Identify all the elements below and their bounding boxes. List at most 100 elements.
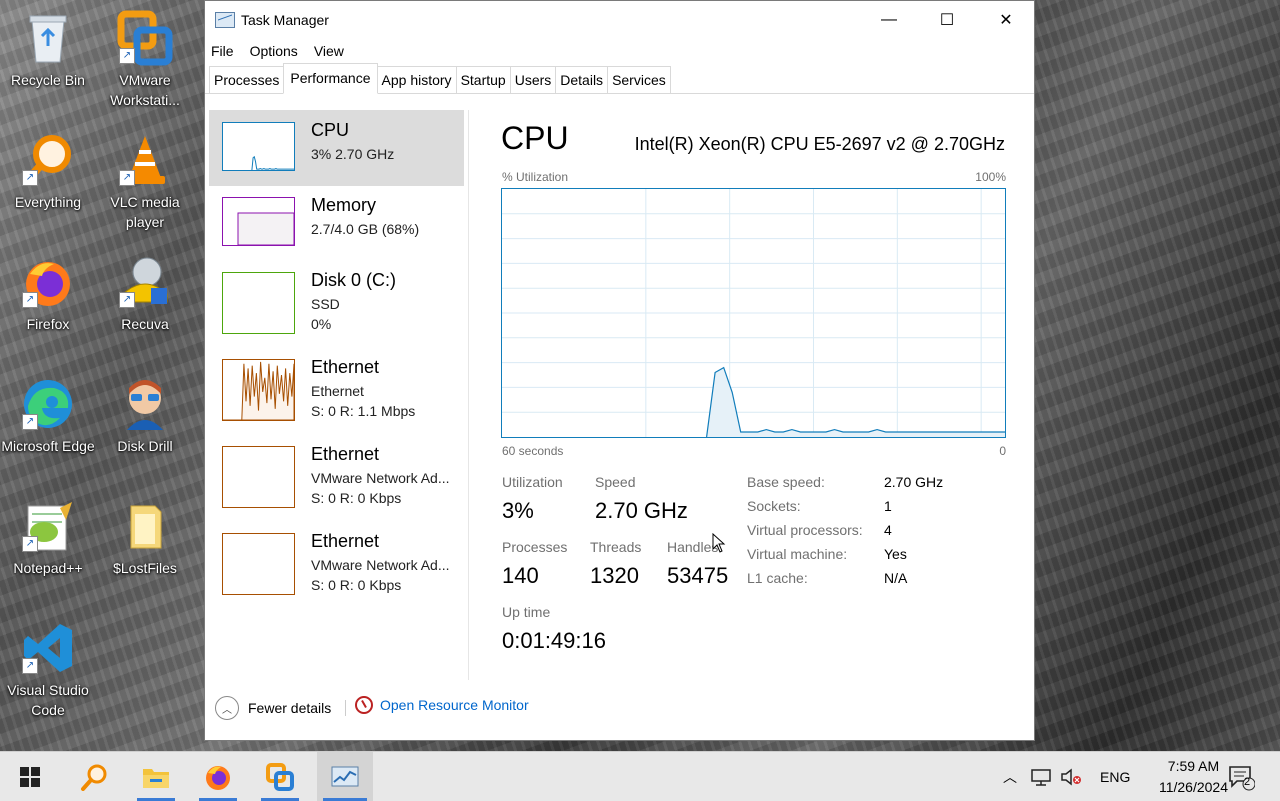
open-resource-monitor-link[interactable]: Open Resource Monitor: [355, 696, 529, 714]
cpu-thumbnail-graph: [222, 122, 295, 171]
input-language[interactable]: ENG: [1100, 769, 1130, 785]
file-explorer-icon: [143, 768, 169, 788]
time-axis-label: 60 seconds: [502, 444, 564, 458]
task-manager-window: Task Manager — ☐ ✕ File Options View Pro…: [204, 0, 1035, 741]
ethernet-thumbnail-graph: [222, 359, 295, 421]
vmware-icon: ↗: [117, 10, 173, 66]
resource-item-disk[interactable]: Disk 0 (C:) SSD 0%: [209, 260, 464, 344]
resource-name: Ethernet: [311, 531, 380, 551]
desktop-icon-disk-drill[interactable]: Disk Drill: [97, 370, 193, 456]
processes-label: Processes: [502, 539, 568, 555]
l1-cache-value: N/A: [884, 570, 908, 586]
resource-name: Disk 0 (C:): [311, 270, 396, 290]
tab-processes[interactable]: Processes: [209, 66, 285, 93]
menu-options[interactable]: Options: [250, 43, 298, 59]
minimize-button[interactable]: —: [860, 1, 918, 39]
resource-name: Ethernet: [311, 444, 380, 464]
utilization-label: Utilization: [502, 474, 563, 490]
volume-muted-icon[interactable]: [1056, 767, 1086, 786]
start-button[interactable]: [5, 752, 55, 801]
resource-detail: SSD: [311, 296, 340, 312]
title-bar[interactable]: Task Manager — ☐ ✕: [205, 1, 1034, 39]
cpu-utilization-line: [706, 366, 1005, 437]
memory-thumbnail-area: [237, 212, 294, 245]
notification-center-button[interactable]: 2: [1216, 752, 1266, 801]
desktop-icon-vmware[interactable]: ↗ VMware Workstati...: [97, 4, 193, 110]
desktop-icon-edge[interactable]: ↗ Microsoft Edge: [0, 370, 96, 456]
speed-value: 2.70 GHz: [595, 498, 688, 523]
notification-count: 2: [1244, 776, 1251, 788]
tab-startup[interactable]: Startup: [455, 66, 511, 93]
window-title: Task Manager: [241, 12, 329, 28]
notepad-plus-plus-icon: ↗: [20, 498, 76, 554]
show-hidden-icons-chevron-icon[interactable]: ︿: [1000, 767, 1020, 787]
vlc-cone-icon: ↗: [117, 132, 173, 188]
menu-view[interactable]: View: [314, 43, 344, 59]
shortcut-arrow-icon: ↗: [22, 536, 38, 552]
desktop-icon-everything[interactable]: ↗ Everything: [0, 126, 96, 212]
handles-value: 53475: [667, 563, 729, 588]
vscode-icon: ↗: [20, 620, 76, 676]
desktop-icon-vscode[interactable]: ↗ Visual Studio Code: [0, 614, 96, 720]
taskbar-firefox[interactable]: [193, 752, 243, 801]
desktop-icon-label: Notepad++: [13, 560, 83, 576]
tab-performance[interactable]: Performance: [283, 63, 378, 94]
shortcut-arrow-icon: ↗: [119, 48, 135, 64]
taskbar-task-manager[interactable]: [317, 752, 373, 801]
resource-item-ethernet-1[interactable]: Ethernet Ethernet S: 0 R: 1.1 Mbps: [209, 347, 464, 431]
vmware-icon: [266, 762, 294, 791]
taskbar-vmware[interactable]: [255, 752, 305, 801]
ethernet-thumbnail-graph: [222, 446, 295, 508]
tab-services[interactable]: Services: [607, 66, 671, 93]
virtual-machine-value: Yes: [884, 546, 907, 562]
recycle-bin-icon: [20, 10, 76, 66]
desktop-icon-recuva[interactable]: ↗ Recuva: [97, 248, 193, 334]
fewer-details-label: Fewer details: [248, 700, 332, 716]
taskbar-file-explorer[interactable]: [131, 752, 181, 801]
tab-details[interactable]: Details: [555, 66, 609, 93]
tab-app-history[interactable]: App history: [376, 66, 457, 93]
system-tray: ︿ ENG: [1000, 752, 1130, 801]
desktop-icon-notepadpp[interactable]: ↗ Notepad++: [0, 492, 96, 578]
resource-item-ethernet-3[interactable]: Ethernet VMware Network Ad... S: 0 R: 0 …: [209, 521, 464, 605]
desktop-icon-firefox[interactable]: ↗ Firefox: [0, 248, 96, 334]
desktop-icon-label: VMware Workstati...: [110, 72, 180, 108]
desktop-icon-vlc[interactable]: ↗ VLC media player: [97, 126, 193, 232]
notification-icon: [1229, 765, 1255, 790]
shortcut-arrow-icon: ↗: [119, 170, 135, 186]
desktop-icon-label: Disk Drill: [117, 438, 173, 454]
desktop-icon-label: Visual Studio Code: [7, 682, 89, 718]
taskbar-everything[interactable]: [69, 752, 119, 801]
resource-name: Memory: [311, 195, 377, 215]
base-speed-value: 2.70 GHz: [884, 474, 944, 490]
close-button[interactable]: ✕: [977, 1, 1035, 39]
maximize-button[interactable]: ☐: [918, 1, 976, 39]
menu-file[interactable]: File: [211, 43, 234, 59]
desktop-icon-recycle-bin[interactable]: Recycle Bin: [0, 4, 96, 90]
window-footer: ︿ Fewer details Open Resource Monitor: [205, 680, 1034, 740]
taskbar: ︿ ENG 7:59 AM 11/26/2024 2: [0, 751, 1280, 801]
desktop-icon-label: Firefox: [26, 316, 70, 332]
desktop-icon-lostfiles[interactable]: $LostFiles: [97, 492, 193, 578]
max-axis-label: 100%: [975, 170, 1006, 184]
handles-label: Handles: [667, 539, 719, 555]
sockets-value: 1: [884, 498, 892, 514]
panel-title: CPU: [501, 120, 569, 156]
resource-item-ethernet-2[interactable]: Ethernet VMware Network Ad... S: 0 R: 0 …: [209, 434, 464, 518]
memory-thumbnail-graph: [222, 197, 295, 246]
desktop-icon-label: Recycle Bin: [11, 72, 85, 88]
resource-detail: Ethernet: [311, 383, 364, 399]
network-icon[interactable]: [1026, 768, 1056, 786]
task-manager-icon: [331, 766, 359, 786]
resource-detail: 3% 2.70 GHz: [311, 146, 395, 162]
shortcut-arrow-icon: ↗: [22, 170, 38, 186]
resource-item-memory[interactable]: Memory 2.7/4.0 GB (68%): [209, 185, 464, 261]
windows-logo-icon: [20, 766, 40, 787]
desktop-icon-label: Recuva: [121, 316, 169, 332]
tab-bar: Processes Performance App history Startu…: [205, 63, 1034, 94]
resource-detail: S: 0 R: 0 Kbps: [311, 577, 402, 593]
fewer-details-button[interactable]: ︿ Fewer details: [215, 696, 331, 720]
tab-users[interactable]: Users: [509, 66, 557, 93]
resource-item-cpu[interactable]: CPU 3% 2.70 GHz: [209, 110, 464, 186]
resource-detail: S: 0 R: 0 Kbps: [311, 490, 402, 506]
